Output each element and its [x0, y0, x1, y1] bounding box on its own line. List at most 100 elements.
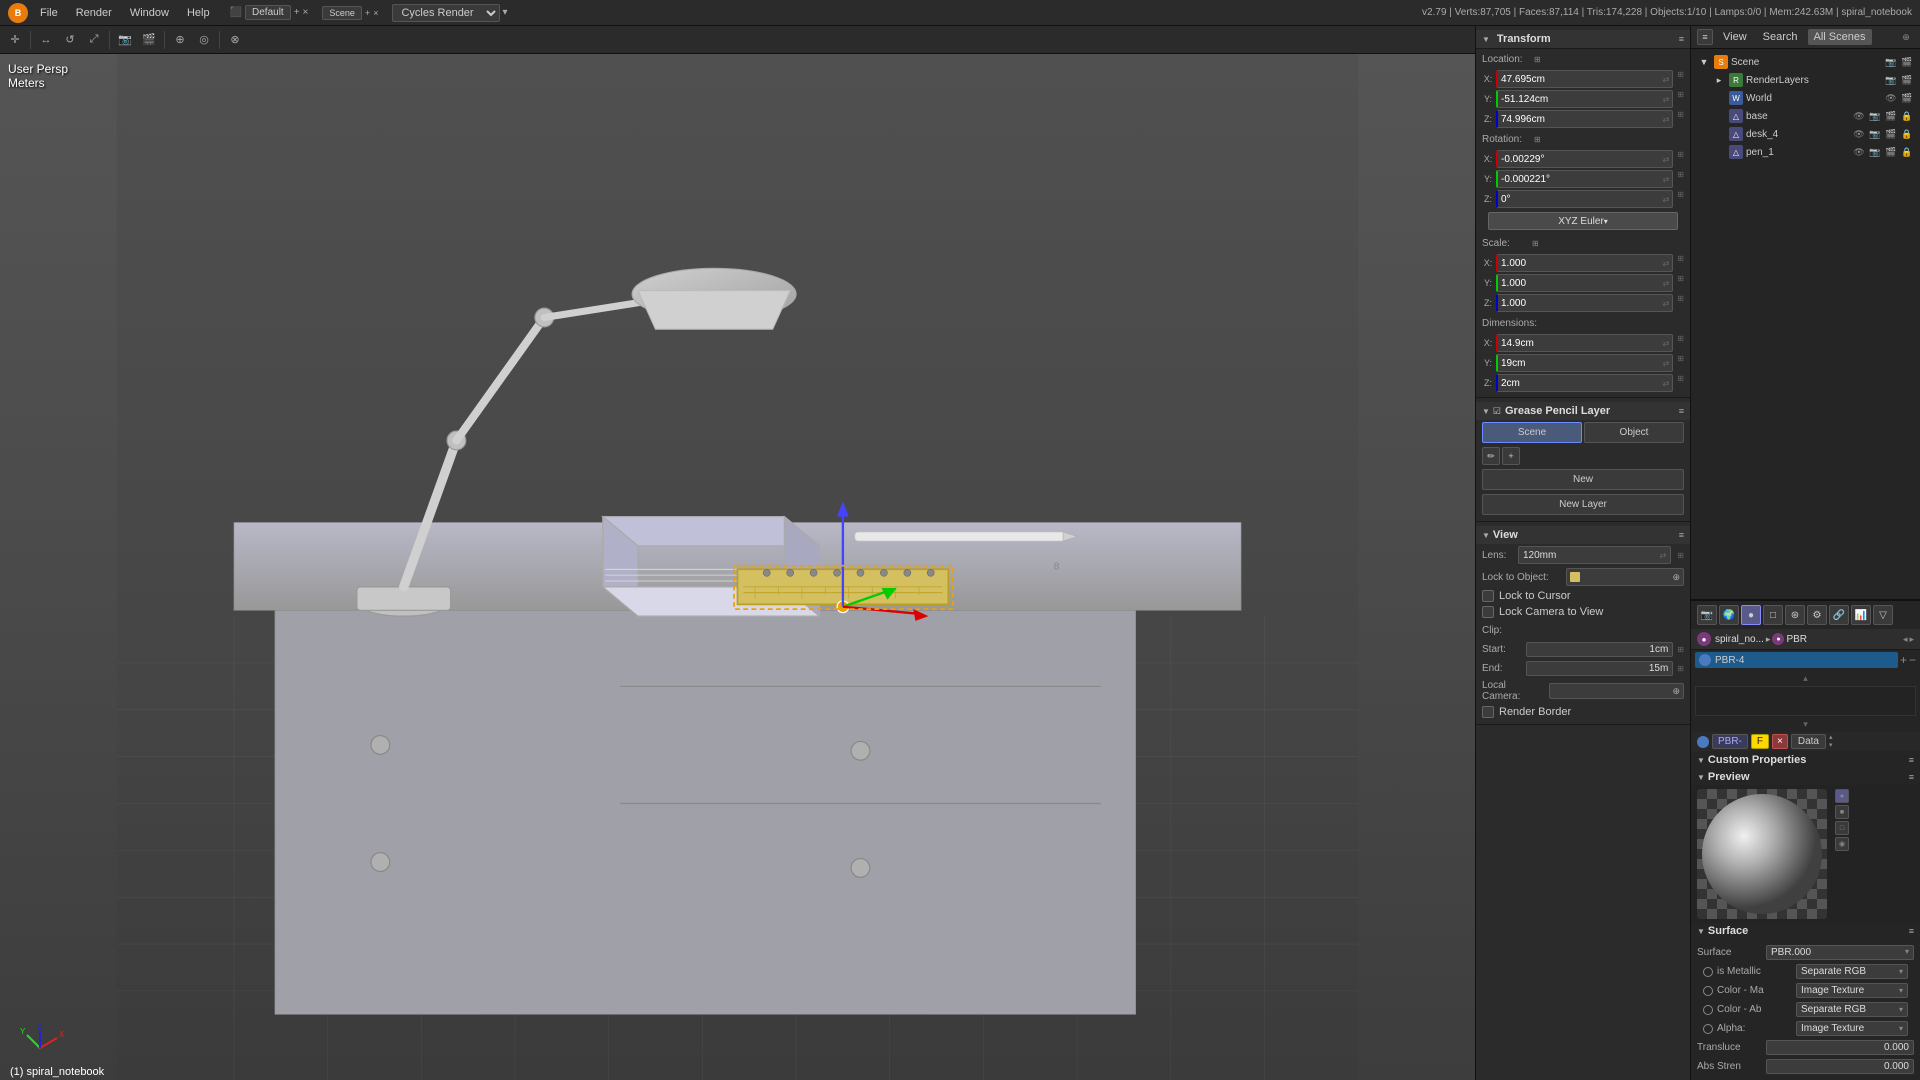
color-ma-value[interactable]: Image Texture ▾: [1796, 983, 1908, 998]
gp-new-layer-btn[interactable]: New Layer: [1482, 494, 1684, 515]
render-border-checkbox[interactable]: [1482, 706, 1494, 718]
tool-scale-icon[interactable]: ⤢: [83, 29, 105, 51]
mat-type-texture[interactable]: □: [1763, 605, 1783, 625]
renderlayers-expand-icon[interactable]: ▸: [1712, 73, 1726, 87]
rotation-x-field[interactable]: -0.00229° ⇄: [1496, 150, 1673, 168]
dim-y-field[interactable]: 19cm ⇄: [1496, 354, 1673, 372]
scale-copy-btn[interactable]: ⊞: [1532, 239, 1539, 248]
gp-checkbox[interactable]: ☑: [1493, 406, 1501, 417]
mat-type-constraints[interactable]: 🔗: [1829, 605, 1849, 625]
scene-selector[interactable]: Scene: [322, 6, 362, 20]
layout-selector[interactable]: Default: [245, 5, 291, 20]
grease-pencil-header[interactable]: ▼ ☑ Grease Pencil Layer ≡: [1476, 402, 1690, 420]
local-camera-field[interactable]: ⊕: [1549, 683, 1684, 699]
clip-start-copy[interactable]: ⊞: [1677, 645, 1684, 654]
dim-y-copy[interactable]: ⊞: [1677, 354, 1684, 372]
view-options-icon[interactable]: ≡: [1679, 530, 1684, 540]
material-list-item[interactable]: PBR-4: [1695, 652, 1898, 668]
outliner-view-btn[interactable]: View: [1717, 29, 1753, 45]
scale-z-copy[interactable]: ⊞: [1677, 294, 1684, 312]
transform-options-icon[interactable]: ≡: [1679, 34, 1684, 44]
gp-toggle-arrow[interactable]: ▼: [1482, 407, 1490, 416]
menu-render[interactable]: Render: [70, 5, 118, 21]
outliner-search-btn[interactable]: Search: [1757, 29, 1804, 45]
scale-y-copy[interactable]: ⊞: [1677, 274, 1684, 292]
surface-toggle[interactable]: ▼: [1697, 927, 1705, 936]
lock-camera-checkbox[interactable]: [1482, 606, 1494, 618]
renderlayers-camera-icon[interactable]: 📷: [1884, 73, 1898, 87]
lock-cursor-checkbox[interactable]: [1482, 590, 1494, 602]
render-engine-selector[interactable]: Cycles Render Blender Render: [392, 4, 500, 22]
preview-header[interactable]: ▼ Preview ≡: [1691, 769, 1920, 785]
color-ab-dot[interactable]: [1703, 1005, 1713, 1015]
preview-flat-btn[interactable]: ■: [1835, 805, 1849, 819]
mat-scroll-up[interactable]: ▴: [1691, 670, 1920, 686]
tool-render-icon[interactable]: 🎬: [138, 29, 160, 51]
world-vis-icon[interactable]: 👁: [1884, 91, 1898, 105]
lock-object-picker-icon[interactable]: ⊕: [1672, 572, 1680, 583]
transform-toggle-arrow[interactable]: ▼: [1482, 35, 1490, 44]
color-ab-value[interactable]: Separate RGB ▾: [1796, 1002, 1908, 1017]
gp-draw-icon[interactable]: ✏: [1482, 447, 1500, 465]
location-x-field[interactable]: 47.695cm ⇄: [1496, 70, 1673, 88]
alpha-dot[interactable]: [1703, 1024, 1713, 1034]
mat-data-arrow-down[interactable]: ▾: [1829, 742, 1833, 749]
dim-x-field[interactable]: 14.9cm ⇄: [1496, 334, 1673, 352]
clip-start-field[interactable]: 1cm: [1526, 642, 1673, 657]
gp-add-layer-icon[interactable]: +: [1502, 447, 1520, 465]
mat-type-physics[interactable]: ⚙: [1807, 605, 1827, 625]
desk4-lock-icon[interactable]: 🔒: [1900, 127, 1914, 141]
base-vis-icon[interactable]: 👁: [1852, 109, 1866, 123]
alpha-value[interactable]: Image Texture ▾: [1796, 1021, 1908, 1036]
is-metallic-value[interactable]: Separate RGB ▾: [1796, 964, 1908, 979]
tree-item-world[interactable]: W World 👁 🎬: [1691, 89, 1920, 107]
tree-item-desk4[interactable]: △ desk_4 👁 📷 🎬 🔒: [1691, 125, 1920, 143]
surface-val-field[interactable]: PBR.000 ▾: [1766, 945, 1914, 960]
tool-translate-icon[interactable]: ↔: [35, 29, 57, 51]
preview-cube-btn[interactable]: □: [1835, 821, 1849, 835]
custom-properties-header[interactable]: ▼ Custom Properties ≡: [1691, 751, 1920, 769]
pen1-expand-icon[interactable]: [1712, 145, 1726, 159]
outliner-allscenes-btn[interactable]: All Scenes: [1808, 29, 1872, 45]
custom-props-toggle[interactable]: ▼: [1697, 756, 1705, 765]
clip-end-copy[interactable]: ⊞: [1677, 664, 1684, 673]
preview-env-btn[interactable]: ◉: [1835, 837, 1849, 851]
mat-type-data[interactable]: 📊: [1851, 605, 1871, 625]
dim-x-copy[interactable]: ⊞: [1677, 334, 1684, 352]
clip-end-field[interactable]: 15m: [1526, 661, 1673, 676]
base-lock-icon[interactable]: 🔒: [1900, 109, 1914, 123]
desk4-vis-icon[interactable]: 👁: [1852, 127, 1866, 141]
mat-path-right[interactable]: ▸: [1909, 634, 1914, 645]
mat-path-left[interactable]: ◂: [1903, 634, 1908, 645]
renderlayers-render-icon[interactable]: 🎬: [1900, 73, 1914, 87]
world-expand-icon[interactable]: [1712, 91, 1726, 105]
gp-scene-btn[interactable]: Scene: [1482, 422, 1582, 443]
preview-sphere-btn[interactable]: ●: [1835, 789, 1849, 803]
scene-expand-icon[interactable]: ▼: [1697, 55, 1711, 69]
tool-mirror-icon[interactable]: ⊗: [224, 29, 246, 51]
menu-help[interactable]: Help: [181, 5, 216, 21]
location-z-field[interactable]: 74.996cm ⇄: [1496, 110, 1673, 128]
custom-props-options[interactable]: ≡: [1909, 755, 1914, 765]
mat-f-btn[interactable]: F: [1751, 734, 1769, 749]
gp-options-icon[interactable]: ≡: [1679, 406, 1684, 416]
rotation-y-field[interactable]: -0.000221° ⇄: [1496, 170, 1673, 188]
rotation-y-copy[interactable]: ⊞: [1677, 170, 1684, 188]
scale-y-field[interactable]: 1.000 ⇄: [1496, 274, 1673, 292]
abs-stren-value[interactable]: 0.000: [1766, 1059, 1914, 1074]
tool-select-icon[interactable]: ✛: [4, 29, 26, 51]
mat-type-particles[interactable]: ⊛: [1785, 605, 1805, 625]
view-header[interactable]: ▼ View ≡: [1476, 526, 1690, 544]
desk4-render-icon[interactable]: 🎬: [1884, 127, 1898, 141]
dim-z-field[interactable]: 2cm ⇄: [1496, 374, 1673, 392]
tree-item-scene[interactable]: ▼ S Scene 📷 🎬: [1691, 53, 1920, 71]
color-ma-dot[interactable]: [1703, 986, 1713, 996]
transform-header[interactable]: ▼ Transform ≡: [1476, 30, 1690, 49]
menu-file[interactable]: File: [34, 5, 64, 21]
tree-item-base[interactable]: △ base 👁 📷 🎬 🔒: [1691, 107, 1920, 125]
is-metallic-dot[interactable]: [1703, 967, 1713, 977]
mat-type-object[interactable]: ▽: [1873, 605, 1893, 625]
lens-copy-btn[interactable]: ⊞: [1677, 551, 1684, 560]
mat-x-btn[interactable]: ×: [1772, 734, 1788, 749]
location-copy-btn[interactable]: ⊞: [1534, 55, 1541, 64]
